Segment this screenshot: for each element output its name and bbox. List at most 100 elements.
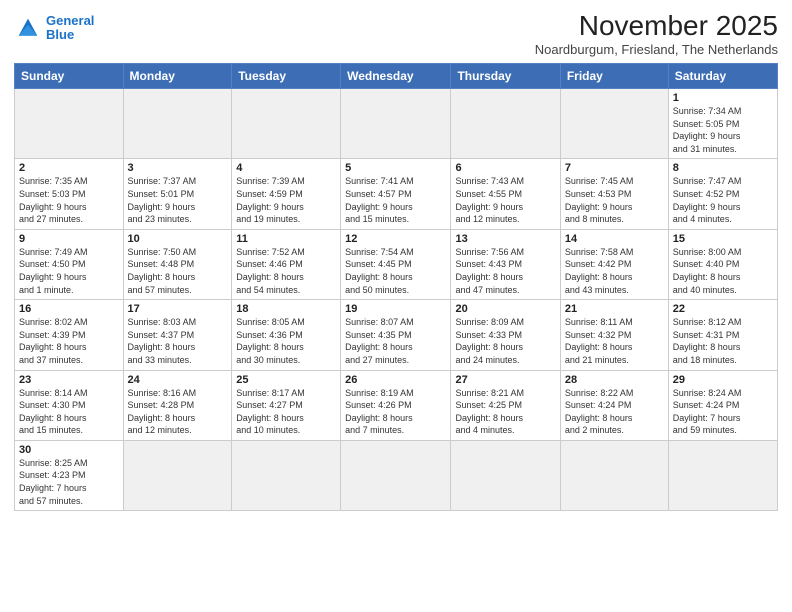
day-number: 23: [19, 374, 119, 386]
day-number: 1: [673, 92, 773, 104]
table-row: 7Sunrise: 7:45 AM Sunset: 4:53 PM Daylig…: [560, 159, 668, 229]
table-row: [123, 440, 232, 510]
calendar-week-row: 30Sunrise: 8:25 AM Sunset: 4:23 PM Dayli…: [15, 440, 778, 510]
day-number: 16: [19, 303, 119, 315]
day-info: Sunrise: 8:03 AM Sunset: 4:37 PM Dayligh…: [128, 316, 228, 366]
day-info: Sunrise: 7:49 AM Sunset: 4:50 PM Dayligh…: [19, 246, 119, 296]
table-row: 21Sunrise: 8:11 AM Sunset: 4:32 PM Dayli…: [560, 300, 668, 370]
day-info: Sunrise: 8:00 AM Sunset: 4:40 PM Dayligh…: [673, 246, 773, 296]
day-number: 2: [19, 162, 119, 174]
calendar-header-row: Sunday Monday Tuesday Wednesday Thursday…: [15, 64, 778, 89]
table-row: 3Sunrise: 7:37 AM Sunset: 5:01 PM Daylig…: [123, 159, 232, 229]
day-info: Sunrise: 8:16 AM Sunset: 4:28 PM Dayligh…: [128, 387, 228, 437]
header-wednesday: Wednesday: [341, 64, 451, 89]
calendar-week-row: 1Sunrise: 7:34 AM Sunset: 5:05 PM Daylig…: [15, 89, 778, 159]
day-info: Sunrise: 8:02 AM Sunset: 4:39 PM Dayligh…: [19, 316, 119, 366]
table-row: [341, 89, 451, 159]
day-number: 4: [236, 162, 336, 174]
table-row: 29Sunrise: 8:24 AM Sunset: 4:24 PM Dayli…: [668, 370, 777, 440]
day-number: 12: [345, 233, 446, 245]
day-info: Sunrise: 8:22 AM Sunset: 4:24 PM Dayligh…: [565, 387, 664, 437]
logo-blue: Blue: [46, 27, 74, 42]
table-row: [451, 440, 560, 510]
table-row: 19Sunrise: 8:07 AM Sunset: 4:35 PM Dayli…: [341, 300, 451, 370]
table-row: 28Sunrise: 8:22 AM Sunset: 4:24 PM Dayli…: [560, 370, 668, 440]
day-number: 13: [455, 233, 555, 245]
day-number: 15: [673, 233, 773, 245]
table-row: 27Sunrise: 8:21 AM Sunset: 4:25 PM Dayli…: [451, 370, 560, 440]
header-thursday: Thursday: [451, 64, 560, 89]
header-friday: Friday: [560, 64, 668, 89]
page: General Blue November 2025 Noardburgum, …: [0, 0, 792, 612]
calendar-week-row: 16Sunrise: 8:02 AM Sunset: 4:39 PM Dayli…: [15, 300, 778, 370]
table-row: [123, 89, 232, 159]
calendar-week-row: 9Sunrise: 7:49 AM Sunset: 4:50 PM Daylig…: [15, 229, 778, 299]
day-info: Sunrise: 7:37 AM Sunset: 5:01 PM Dayligh…: [128, 175, 228, 225]
day-number: 28: [565, 374, 664, 386]
table-row: 15Sunrise: 8:00 AM Sunset: 4:40 PM Dayli…: [668, 229, 777, 299]
day-number: 25: [236, 374, 336, 386]
day-info: Sunrise: 7:41 AM Sunset: 4:57 PM Dayligh…: [345, 175, 446, 225]
logo-icon: [14, 14, 42, 42]
table-row: 13Sunrise: 7:56 AM Sunset: 4:43 PM Dayli…: [451, 229, 560, 299]
table-row: [560, 440, 668, 510]
day-number: 8: [673, 162, 773, 174]
day-info: Sunrise: 7:58 AM Sunset: 4:42 PM Dayligh…: [565, 246, 664, 296]
day-info: Sunrise: 7:47 AM Sunset: 4:52 PM Dayligh…: [673, 175, 773, 225]
logo: General Blue: [14, 14, 94, 43]
table-row: 26Sunrise: 8:19 AM Sunset: 4:26 PM Dayli…: [341, 370, 451, 440]
day-number: 21: [565, 303, 664, 315]
calendar-title: November 2025: [535, 10, 778, 42]
header-monday: Monday: [123, 64, 232, 89]
table-row: 20Sunrise: 8:09 AM Sunset: 4:33 PM Dayli…: [451, 300, 560, 370]
day-number: 24: [128, 374, 228, 386]
day-info: Sunrise: 8:24 AM Sunset: 4:24 PM Dayligh…: [673, 387, 773, 437]
day-info: Sunrise: 8:25 AM Sunset: 4:23 PM Dayligh…: [19, 457, 119, 507]
day-number: 17: [128, 303, 228, 315]
table-row: 4Sunrise: 7:39 AM Sunset: 4:59 PM Daylig…: [232, 159, 341, 229]
day-number: 7: [565, 162, 664, 174]
day-info: Sunrise: 8:11 AM Sunset: 4:32 PM Dayligh…: [565, 316, 664, 366]
header-sunday: Sunday: [15, 64, 124, 89]
calendar-week-row: 2Sunrise: 7:35 AM Sunset: 5:03 PM Daylig…: [15, 159, 778, 229]
table-row: [560, 89, 668, 159]
table-row: [232, 89, 341, 159]
day-info: Sunrise: 7:52 AM Sunset: 4:46 PM Dayligh…: [236, 246, 336, 296]
table-row: 22Sunrise: 8:12 AM Sunset: 4:31 PM Dayli…: [668, 300, 777, 370]
logo-text: General Blue: [46, 14, 94, 43]
day-number: 27: [455, 374, 555, 386]
day-info: Sunrise: 7:39 AM Sunset: 4:59 PM Dayligh…: [236, 175, 336, 225]
day-number: 14: [565, 233, 664, 245]
logo-general: General: [46, 13, 94, 28]
day-number: 6: [455, 162, 555, 174]
day-info: Sunrise: 7:34 AM Sunset: 5:05 PM Dayligh…: [673, 105, 773, 155]
table-row: 18Sunrise: 8:05 AM Sunset: 4:36 PM Dayli…: [232, 300, 341, 370]
header-saturday: Saturday: [668, 64, 777, 89]
day-info: Sunrise: 8:14 AM Sunset: 4:30 PM Dayligh…: [19, 387, 119, 437]
header-tuesday: Tuesday: [232, 64, 341, 89]
table-row: 24Sunrise: 8:16 AM Sunset: 4:28 PM Dayli…: [123, 370, 232, 440]
table-row: 14Sunrise: 7:58 AM Sunset: 4:42 PM Dayli…: [560, 229, 668, 299]
day-info: Sunrise: 8:12 AM Sunset: 4:31 PM Dayligh…: [673, 316, 773, 366]
day-number: 26: [345, 374, 446, 386]
table-row: [232, 440, 341, 510]
day-info: Sunrise: 8:17 AM Sunset: 4:27 PM Dayligh…: [236, 387, 336, 437]
day-number: 3: [128, 162, 228, 174]
day-number: 18: [236, 303, 336, 315]
table-row: 23Sunrise: 8:14 AM Sunset: 4:30 PM Dayli…: [15, 370, 124, 440]
day-number: 10: [128, 233, 228, 245]
day-number: 19: [345, 303, 446, 315]
table-row: 9Sunrise: 7:49 AM Sunset: 4:50 PM Daylig…: [15, 229, 124, 299]
day-info: Sunrise: 7:56 AM Sunset: 4:43 PM Dayligh…: [455, 246, 555, 296]
title-block: November 2025 Noardburgum, Friesland, Th…: [535, 10, 778, 57]
table-row: 30Sunrise: 8:25 AM Sunset: 4:23 PM Dayli…: [15, 440, 124, 510]
day-number: 11: [236, 233, 336, 245]
day-info: Sunrise: 8:19 AM Sunset: 4:26 PM Dayligh…: [345, 387, 446, 437]
calendar-week-row: 23Sunrise: 8:14 AM Sunset: 4:30 PM Dayli…: [15, 370, 778, 440]
table-row: 1Sunrise: 7:34 AM Sunset: 5:05 PM Daylig…: [668, 89, 777, 159]
day-number: 30: [19, 444, 119, 456]
table-row: [451, 89, 560, 159]
day-info: Sunrise: 7:50 AM Sunset: 4:48 PM Dayligh…: [128, 246, 228, 296]
calendar-subtitle: Noardburgum, Friesland, The Netherlands: [535, 42, 778, 57]
day-info: Sunrise: 8:07 AM Sunset: 4:35 PM Dayligh…: [345, 316, 446, 366]
